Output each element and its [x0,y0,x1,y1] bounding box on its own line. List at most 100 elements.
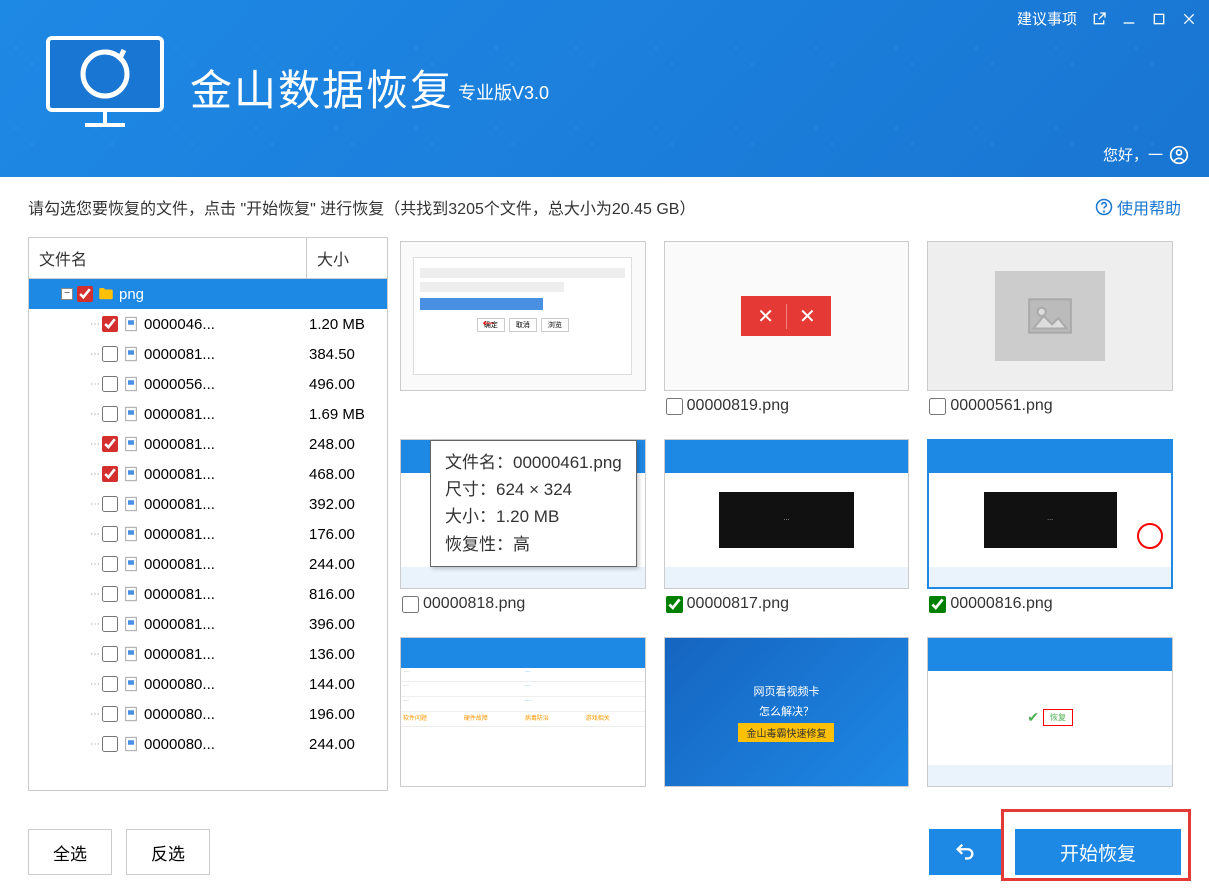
file-checkbox[interactable] [102,646,118,662]
thumbnail-card[interactable]: ✔恢复 [927,637,1173,787]
tree-file-row[interactable]: ⋯ 0000081... 816.00 [29,579,387,609]
tree-file-row[interactable]: ⋯ 0000081... 176.00 [29,519,387,549]
collapse-icon[interactable]: − [61,288,73,300]
tree-file-row[interactable]: ⋯ 0000046... 1.20 MB [29,309,387,339]
file-icon [122,315,144,333]
help-icon [1095,198,1113,216]
tree-file-row[interactable]: ⋯ 0000081... 248.00 [29,429,387,459]
col-size[interactable]: 大小 [307,238,387,278]
file-icon [122,435,144,453]
tree-file-row[interactable]: ⋯ 0000080... 144.00 [29,669,387,699]
greeting[interactable]: 您好，一 [1103,144,1189,165]
file-name: 0000046... [144,316,309,333]
file-name: 0000080... [144,736,309,753]
thumbnail-card[interactable]: 网页看视频卡怎么解决？金山毒霸快速修复 [664,637,910,787]
select-all-button[interactable]: 全选 [28,829,112,875]
tree-folder-row[interactable]: − png [29,279,387,309]
thumbnail-card[interactable]: ✕✕ 00000819.png [664,241,910,421]
file-icon [122,375,144,393]
file-icon [122,645,144,663]
file-name: 0000081... [144,526,309,543]
thumbnail-filename: 00000817.png [687,595,789,613]
file-size: 1.20 MB [309,316,387,333]
tree-file-row[interactable]: ⋯ 0000081... 1.69 MB [29,399,387,429]
tree-file-row[interactable]: ⋯ 0000081... 244.00 [29,549,387,579]
file-icon [122,555,144,573]
undo-button[interactable] [929,829,1001,875]
file-checkbox[interactable] [102,496,118,512]
file-info-tooltip: 文件名：00000461.png 尺寸：624 × 324 大小：1.20 MB… [430,440,637,567]
thumbnail-card[interactable]: ··················软件问题硬件故障病毒防治游戏相关 [400,637,646,787]
tree-file-row[interactable]: ⋯ 0000080... 244.00 [29,729,387,759]
thumbnail-filename: 00000561.png [950,397,1052,415]
file-checkbox[interactable] [102,376,118,392]
file-icon [122,465,144,483]
tree-file-row[interactable]: ⋯ 0000081... 384.50 [29,339,387,369]
thumbnail-label-row: 00000817.png [664,589,910,619]
tree-body[interactable]: − png⋯ 0000046... 1.20 MB⋯ 0000081... 38… [29,279,387,790]
file-name: 0000056... [144,376,309,393]
thumbnail-checkbox[interactable] [666,596,683,613]
help-link[interactable]: 使用帮助 [1095,195,1181,219]
file-name: 0000081... [144,466,309,483]
file-name: 0000080... [144,706,309,723]
monitor-recovery-icon [40,30,170,145]
file-name: 0000081... [144,646,309,663]
file-size: 1.69 MB [309,406,387,423]
file-checkbox[interactable] [102,406,118,422]
thumbnail-card[interactable]: 00000561.png [927,241,1173,421]
tree-file-row[interactable]: ⋯ 0000081... 392.00 [29,489,387,519]
file-checkbox[interactable] [102,586,118,602]
tree-file-row[interactable]: ⋯ 0000081... 396.00 [29,609,387,639]
thumbnail-card[interactable]: ··· 00000816.png [927,439,1173,619]
app-window: 建议事项 金山数据恢复专业版V3.0 您好，一 [0,0,1209,893]
thumbnail-card[interactable]: ··· 00000817.png [664,439,910,619]
file-checkbox[interactable] [102,706,118,722]
file-size: 396.00 [309,616,387,633]
thumbnail-checkbox[interactable] [929,398,946,415]
file-icon [122,585,144,603]
file-name: 0000081... [144,406,309,423]
col-filename[interactable]: 文件名 [29,238,307,278]
file-checkbox[interactable] [102,616,118,632]
file-checkbox[interactable] [102,736,118,752]
file-checkbox[interactable] [102,556,118,572]
file-icon [122,525,144,543]
start-recovery-button[interactable]: 开始恢复 [1015,829,1181,875]
thumbnail-checkbox[interactable] [929,596,946,613]
folder-name: png [119,286,309,303]
thumbnail-card[interactable]: ←确定取消浏览 [400,241,646,421]
file-icon [122,405,144,423]
thumbnail-checkbox[interactable] [666,398,683,415]
folder-icon [97,285,119,303]
file-checkbox[interactable] [102,436,118,452]
thumbnail-filename: 00000816.png [950,595,1052,613]
file-name: 0000080... [144,676,309,693]
tree-header: 文件名 大小 [29,238,387,279]
file-size: 244.00 [309,736,387,753]
footer: 全选 反选 开始恢复 [0,811,1209,893]
file-icon [122,735,144,753]
invert-selection-button[interactable]: 反选 [126,829,210,875]
file-checkbox[interactable] [102,316,118,332]
file-size: 248.00 [309,436,387,453]
thumbnail-filename: 00000819.png [687,397,789,415]
tree-file-row[interactable]: ⋯ 0000081... 136.00 [29,639,387,669]
file-size: 392.00 [309,496,387,513]
instruction-row: 请勾选您要恢复的文件，点击 "开始恢复" 进行恢复（共找到3205个文件，总大小… [28,195,1181,219]
file-name: 0000081... [144,586,309,603]
folder-checkbox[interactable] [77,286,93,302]
thumbnail-checkbox[interactable] [402,596,419,613]
file-checkbox[interactable] [102,676,118,692]
file-name: 0000081... [144,436,309,453]
app-version: 专业版V3.0 [458,83,549,103]
file-checkbox[interactable] [102,466,118,482]
instruction-text: 请勾选您要恢复的文件，点击 "开始恢复" 进行恢复（共找到3205个文件，总大小… [28,195,696,219]
tree-file-row[interactable]: ⋯ 0000081... 468.00 [29,459,387,489]
tree-file-row[interactable]: ⋯ 0000080... 196.00 [29,699,387,729]
tree-file-row[interactable]: ⋯ 0000056... 496.00 [29,369,387,399]
file-checkbox[interactable] [102,526,118,542]
file-checkbox[interactable] [102,346,118,362]
logo-area: 金山数据恢复专业版V3.0 [0,0,1209,175]
file-size: 136.00 [309,646,387,663]
